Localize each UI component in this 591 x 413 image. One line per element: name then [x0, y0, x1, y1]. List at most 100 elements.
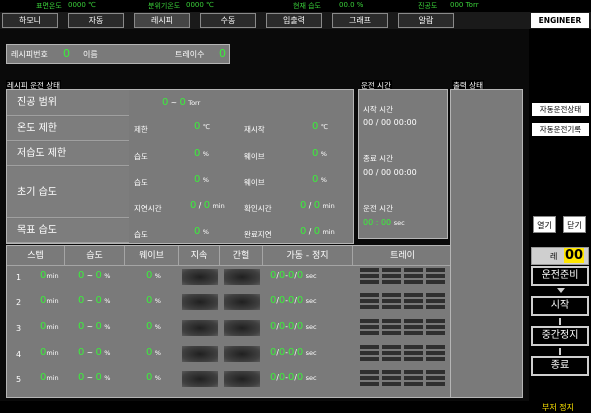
step-run-value2: 0	[278, 295, 286, 306]
intermittent-indicator[interactable]	[224, 269, 260, 285]
step-header: 스텝	[7, 246, 65, 266]
continuous-indicator[interactable]	[182, 371, 218, 387]
step-hum: 0 ~ 0 %	[78, 295, 110, 306]
temp-limit-label: 제한	[134, 125, 148, 134]
step-sec-unit: sec	[305, 349, 317, 357]
temp-limit: 0 ℃	[194, 121, 210, 132]
step-sec-unit: sec	[305, 297, 317, 305]
continuous-indicator[interactable]	[182, 346, 218, 362]
tray-slot	[360, 376, 379, 380]
tray-slot	[382, 268, 401, 272]
step-hum-to: 0	[95, 295, 102, 306]
tray-slot	[404, 345, 423, 349]
init-wait-label: 지연시간	[134, 204, 162, 213]
tray-slot	[404, 268, 423, 272]
vacuum-from: 0	[162, 97, 169, 108]
start-button[interactable]: 시작	[531, 296, 589, 316]
ready-button[interactable]: 운전준비	[531, 266, 589, 286]
step-no: 3	[16, 324, 22, 333]
step-hum-unit: %	[104, 374, 111, 382]
tray-slot	[426, 280, 445, 284]
init-wait-value2: 0	[203, 200, 211, 211]
step-hum-unit: %	[104, 297, 111, 305]
tray-slot	[426, 319, 445, 323]
tray-slot	[382, 370, 401, 374]
lowhum-wave-value: 0	[312, 148, 319, 159]
tray-slot	[382, 305, 401, 309]
auto-log-button[interactable]: 자동운전기록	[532, 123, 589, 136]
arrow-down-icon	[557, 288, 565, 293]
tab-graph[interactable]: 그래프	[332, 13, 388, 28]
init-check-label: 확인시간	[244, 204, 272, 213]
vacuum-value: 000 Torr	[450, 1, 479, 9]
target-hum-value: 0	[194, 226, 201, 237]
tray-slot	[426, 274, 445, 278]
intermittent-indicator[interactable]	[224, 346, 260, 362]
continuous-indicator[interactable]	[182, 320, 218, 336]
step-run-stop: 0/0-0/0 sec	[270, 321, 317, 332]
close-button[interactable]: 닫기	[563, 216, 586, 233]
tray-slot	[360, 370, 379, 374]
output-panel	[450, 89, 523, 398]
step-time: 0min	[40, 347, 59, 358]
intermittent-indicator[interactable]	[224, 371, 260, 387]
step-wave-value: 0	[146, 347, 153, 358]
tray-slot	[360, 351, 379, 355]
buzzer-stop-button[interactable]: 부저 정지	[542, 402, 574, 413]
step-sec-unit: sec	[305, 374, 317, 382]
continuous-indicator[interactable]	[182, 294, 218, 310]
init-row-label: 초기 습도	[7, 167, 129, 218]
counter-display: 레 00	[531, 247, 589, 265]
tray-slot	[426, 376, 445, 380]
tab-harmony[interactable]: 하모니	[2, 13, 58, 28]
step-no: 2	[16, 298, 22, 307]
continuous-indicator[interactable]	[182, 269, 218, 285]
tray-slot	[382, 345, 401, 349]
step-hum: 0 ~ 0 %	[78, 347, 110, 358]
tray-slot	[360, 382, 379, 386]
tray-slot	[382, 357, 401, 361]
step-hum-to: 0	[95, 347, 102, 358]
tab-recipe[interactable]: 레시피	[134, 13, 190, 28]
tab-io[interactable]: 입출력	[266, 13, 322, 28]
step-hum-unit: %	[104, 349, 111, 357]
start-time-value: 00 / 00 00:00	[363, 118, 417, 127]
tab-auto[interactable]: 자동	[68, 13, 124, 28]
engineer-button[interactable]: ENGINEER	[531, 13, 589, 28]
target-delay-slash: /	[308, 227, 312, 236]
tray-slot	[426, 293, 445, 297]
tray-count-value: 0	[219, 47, 226, 60]
intermittent-indicator[interactable]	[224, 294, 260, 310]
temp-limit-value: 0	[194, 121, 201, 132]
target-hum: 0 %	[194, 226, 209, 237]
step-run-stop: 0/0-0/0 sec	[270, 372, 317, 383]
step-no: 5	[16, 375, 22, 384]
step-hum-from: 0	[78, 321, 85, 332]
tab-alarm[interactable]: 알람	[398, 13, 454, 28]
open-button[interactable]: 열기	[533, 216, 556, 233]
atm-temp-value: 0000 ℃	[186, 1, 214, 9]
humidity-label: 현재 습도	[293, 2, 321, 10]
tray-slot	[426, 299, 445, 303]
vacuum-range: 0 ~ 0 Torr	[162, 97, 200, 108]
target-delay-label: 완료지연	[244, 230, 272, 239]
intermittent-indicator[interactable]	[224, 320, 260, 336]
tray-slot	[404, 351, 423, 355]
chamber-temp-value: 0000 ℃	[68, 1, 96, 9]
lowhum-hum-unit: %	[202, 150, 209, 158]
tray-slot	[360, 293, 379, 297]
end-button[interactable]: 종료	[531, 356, 589, 376]
target-delay-value: 0	[300, 226, 307, 237]
lowhum-hum: 0 %	[194, 148, 209, 159]
step-wave-unit: %	[154, 374, 161, 382]
lowhum-row-label: 저습도 제한	[7, 142, 129, 166]
step-wave-value: 0	[146, 295, 153, 306]
start-time-label: 시작 시간	[363, 105, 393, 114]
step-run-value: 0	[270, 295, 277, 306]
vacuum-label: 진공도	[418, 2, 438, 10]
tab-manual[interactable]: 수동	[200, 13, 256, 28]
step-time: 0min	[40, 372, 59, 383]
target-row-label: 목표 습도	[7, 219, 129, 243]
auto-status-button[interactable]: 자동운전상태	[532, 103, 589, 116]
pause-button[interactable]: 중간정지	[531, 326, 589, 346]
